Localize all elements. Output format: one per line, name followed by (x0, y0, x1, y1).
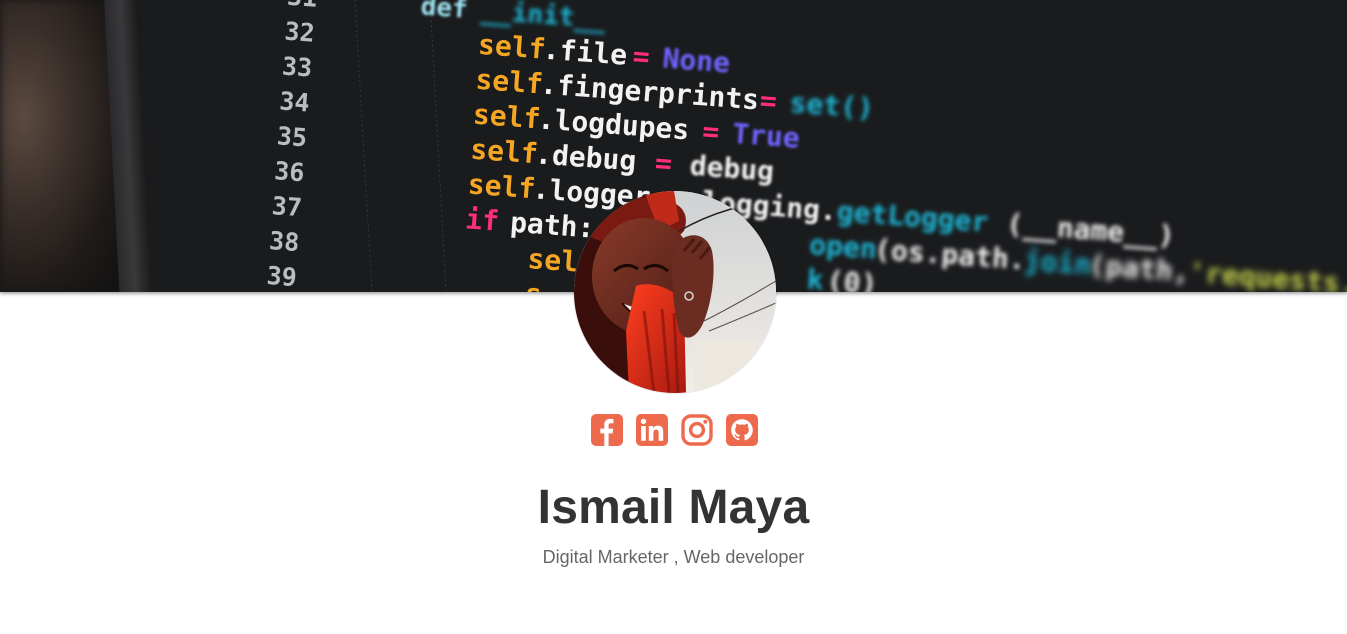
svg-text:open: open (808, 228, 878, 266)
line-number: 38 (268, 226, 300, 257)
line-number: 31 (286, 0, 318, 13)
github-square-icon (726, 414, 758, 446)
line-number: 32 (284, 17, 316, 48)
linkedin-link[interactable] (636, 414, 668, 446)
svg-text:self: self (477, 28, 547, 66)
svg-text:join: join (1023, 243, 1093, 281)
svg-text:self: self (474, 63, 544, 101)
line-number: 36 (273, 156, 305, 187)
svg-text:True: True (731, 117, 801, 155)
svg-text:.debug: .debug (534, 137, 637, 177)
svg-text:def: def (420, 0, 469, 25)
svg-text:self: self (467, 167, 537, 205)
svg-text:=: = (654, 146, 673, 180)
svg-text:self: self (469, 133, 539, 171)
svg-text:(0): (0) (826, 264, 879, 292)
svg-text:debug: debug (689, 149, 775, 188)
facebook-square-icon (591, 414, 623, 446)
github-link[interactable] (726, 414, 758, 446)
line-number: 33 (281, 52, 313, 83)
svg-text:=: = (759, 84, 778, 118)
svg-text:'requests.seen': 'requests.seen' (1187, 255, 1347, 292)
line-number: 37 (271, 191, 303, 222)
line-number: 39 (266, 261, 298, 292)
svg-text:None: None (662, 41, 732, 79)
linkedin-square-icon (636, 414, 668, 446)
profile-avatar (574, 191, 776, 393)
social-links (591, 414, 761, 448)
svg-text:set(): set() (789, 86, 875, 125)
svg-text:.file: .file (542, 33, 628, 72)
line-number: 34 (278, 86, 310, 117)
line-number: 35 (276, 121, 308, 152)
instagram-link[interactable] (681, 414, 713, 446)
instagram-icon (681, 414, 713, 446)
svg-text:k: k (806, 263, 825, 292)
svg-text:if: if (464, 202, 500, 237)
svg-text:sel: sel (526, 242, 579, 279)
facebook-link[interactable] (591, 414, 623, 446)
svg-text:path:: path: (509, 206, 595, 245)
profile-name: Ismail Maya (537, 481, 810, 534)
profile-page: 31 32 33 34 35 36 37 38 39 def __init__ (0, 0, 1347, 634)
avatar-photo (574, 191, 776, 393)
svg-text:(path,: (path, (1088, 248, 1191, 288)
svg-text:=: = (632, 39, 651, 73)
svg-text:(os.path.: (os.path. (873, 232, 1027, 276)
svg-text:=: = (701, 114, 720, 148)
line-numbers: 31 32 33 34 35 36 37 38 39 (266, 0, 319, 292)
profile-role: Digital Marketer , Web developer (542, 547, 805, 567)
svg-text:self: self (472, 98, 542, 136)
svg-text:s: s (524, 277, 543, 292)
